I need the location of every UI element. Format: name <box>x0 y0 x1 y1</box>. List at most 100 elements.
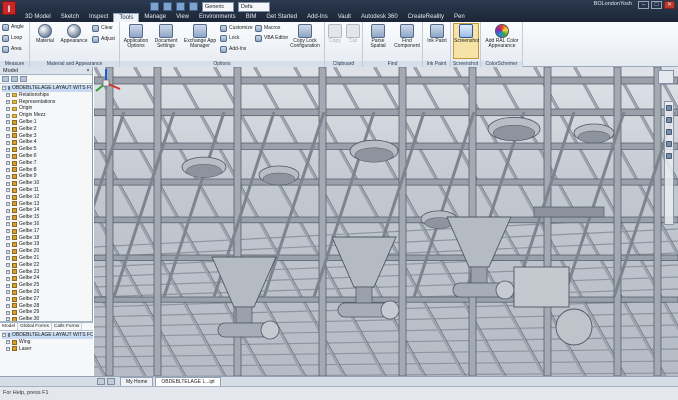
tab-environments[interactable]: Environments <box>194 13 241 22</box>
expand-icon[interactable]: + <box>6 208 10 213</box>
tree-component-node[interactable]: + Gelbe:23 <box>2 269 92 276</box>
tree-component-node[interactable]: + Gelbe:3 <box>2 133 92 140</box>
expand-icon[interactable]: + <box>6 340 10 345</box>
tree-component-node[interactable]: + Gelbe:17 <box>2 228 92 235</box>
tree-component-node[interactable]: + Gelbe:20 <box>2 248 92 255</box>
new-icon[interactable] <box>150 2 159 11</box>
expand-icon[interactable]: + <box>6 106 10 111</box>
tree-component-node[interactable]: + Gelbe:28 <box>2 303 92 310</box>
filter-icon[interactable] <box>2 76 9 82</box>
menu-icon[interactable] <box>20 76 27 82</box>
expand-icon[interactable]: + <box>6 249 10 254</box>
copy-lock-configuration-button[interactable]: Copy Lock Configuration <box>288 24 322 49</box>
tab-my-home[interactable]: My Home <box>120 377 154 386</box>
screenshot-button[interactable]: Screenshot <box>453 23 479 59</box>
expand-icon[interactable]: + <box>6 93 10 98</box>
tab-get-started[interactable]: Get Started <box>261 13 302 22</box>
tree-component-node[interactable]: + Gelbe:18 <box>2 235 92 242</box>
tree-component-node[interactable]: + Gelbe:9 <box>2 173 92 180</box>
user-account[interactable]: BOLondonYosh <box>594 1 632 7</box>
tree-folder-node[interactable]: + Relationships <box>2 92 92 99</box>
area-button[interactable]: Area <box>2 46 22 53</box>
close-button[interactable]: ✕ <box>664 1 675 9</box>
tab-manage[interactable]: Manage <box>139 13 171 22</box>
tab-sketch[interactable]: Sketch <box>56 13 84 22</box>
expand-icon[interactable]: + <box>6 140 10 145</box>
adjust-button[interactable]: Adjust <box>92 36 115 43</box>
tree-component-node[interactable]: + Gelbe:8 <box>2 167 92 174</box>
tree-component-node[interactable]: + Gelbe:2 <box>2 126 92 133</box>
tree-component-node[interactable]: + Gelbe:12 <box>2 194 92 201</box>
expand-icon[interactable]: + <box>6 222 10 227</box>
tab-scroll-left-icon[interactable] <box>97 378 105 385</box>
expand-icon[interactable]: + <box>6 174 10 179</box>
tab-inspect[interactable]: Inspect <box>84 13 113 22</box>
expand-icon[interactable]: + <box>6 269 10 274</box>
tree-component-node[interactable]: + Gelbe:27 <box>2 296 92 303</box>
expand-icon[interactable]: + <box>6 283 10 288</box>
expand-icon[interactable]: + <box>6 167 10 172</box>
tree-component-node[interactable]: + Gelbe:5 <box>2 146 92 153</box>
maximize-button[interactable]: □ <box>651 1 662 9</box>
lower-tab-global-forms[interactable]: Global Forms <box>18 323 52 330</box>
tab-pen[interactable]: Pen <box>449 13 470 22</box>
expand-icon[interactable]: + <box>6 310 10 315</box>
expand-icon[interactable]: + <box>6 290 10 295</box>
expand-icon[interactable]: + <box>6 127 10 132</box>
copy-button[interactable]: Copy <box>327 24 343 44</box>
vba-editor-button[interactable]: VBA Editor <box>255 35 288 42</box>
steering-wheel-icon[interactable] <box>666 105 672 111</box>
ink-paint-button[interactable]: Ink Paint <box>425 24 449 44</box>
zoom-icon[interactable] <box>666 129 672 135</box>
expand-icon[interactable]: + <box>6 235 10 240</box>
expand-icon[interactable]: + <box>6 263 10 268</box>
cut-button[interactable]: Cut <box>345 24 361 44</box>
expand-icon[interactable]: + <box>6 154 10 159</box>
tree-root-node[interactable]: − OBDEBLTELAGE LAYAUT WITS FOR <box>2 85 92 92</box>
expand-icon[interactable]: + <box>6 147 10 152</box>
expand-icon[interactable]: + <box>6 133 10 138</box>
tree-component-node[interactable]: + Wing <box>2 339 93 346</box>
graphics-viewport[interactable] <box>94 67 678 376</box>
customize-button[interactable]: Customize <box>220 25 253 32</box>
tree-component-node[interactable]: + Gelbe:19 <box>2 241 92 248</box>
tree-component-node[interactable]: + Gelbe:10 <box>2 180 92 187</box>
expand-icon[interactable]: + <box>6 188 10 193</box>
angle-button[interactable]: Angle <box>2 24 24 31</box>
material-button[interactable]: Material <box>34 24 56 44</box>
tree-component-node[interactable]: + Gelbe:14 <box>2 207 92 214</box>
tree-root-node[interactable]: − OBDEBLTELAGE LAYAUT WITS FOR <box>2 332 93 339</box>
expand-icon[interactable]: + <box>6 256 10 261</box>
appearance-combo[interactable]: Defa <box>238 2 270 12</box>
look-at-icon[interactable] <box>666 153 672 159</box>
expand-icon[interactable]: + <box>6 120 10 125</box>
expand-icon[interactable]: + <box>6 181 10 186</box>
expand-icon[interactable]: + <box>6 113 10 118</box>
save-icon[interactable] <box>176 2 185 11</box>
tree-component-node[interactable]: + Gelbe:21 <box>2 255 92 262</box>
expand-icon[interactable]: + <box>6 161 10 166</box>
add-ins-button[interactable]: Add-Ins <box>220 46 246 53</box>
tab-assembly-document[interactable]: OBDEBLTELAGE L...ipt <box>155 377 221 386</box>
expand-icon[interactable]: + <box>6 276 10 281</box>
viewcube-icon[interactable] <box>658 70 674 84</box>
tree-component-node[interactable]: + Gelbe:11 <box>2 187 92 194</box>
lock-button[interactable]: Lock <box>220 35 240 42</box>
expand-icon[interactable]: + <box>6 346 10 351</box>
tree-component-node[interactable]: + Gelbe:7 <box>2 160 92 167</box>
tree-component-node[interactable]: + Gelbe:29 <box>2 309 92 316</box>
orbit-icon[interactable] <box>666 141 672 147</box>
minimize-button[interactable]: – <box>638 1 649 9</box>
lower-tab-calls-forms[interactable]: Calls Forms <box>52 323 83 330</box>
tree-component-node[interactable]: + Gelbe:1 <box>2 119 92 126</box>
loop-button[interactable]: Loop <box>2 35 22 42</box>
expand-icon[interactable]: + <box>6 297 10 302</box>
exchange-app-manager-button[interactable]: Exchange App Manager <box>182 24 218 49</box>
application-menu-button[interactable]: I <box>2 1 16 15</box>
tree-component-node[interactable]: + Gelbe:6 <box>2 153 92 160</box>
collapse-icon[interactable]: − <box>2 86 6 91</box>
tree-component-node[interactable]: + Gelbe:4 <box>2 139 92 146</box>
tab-view[interactable]: View <box>171 13 194 22</box>
macros-button[interactable]: Macros <box>255 25 280 32</box>
pan-icon[interactable] <box>666 117 672 123</box>
